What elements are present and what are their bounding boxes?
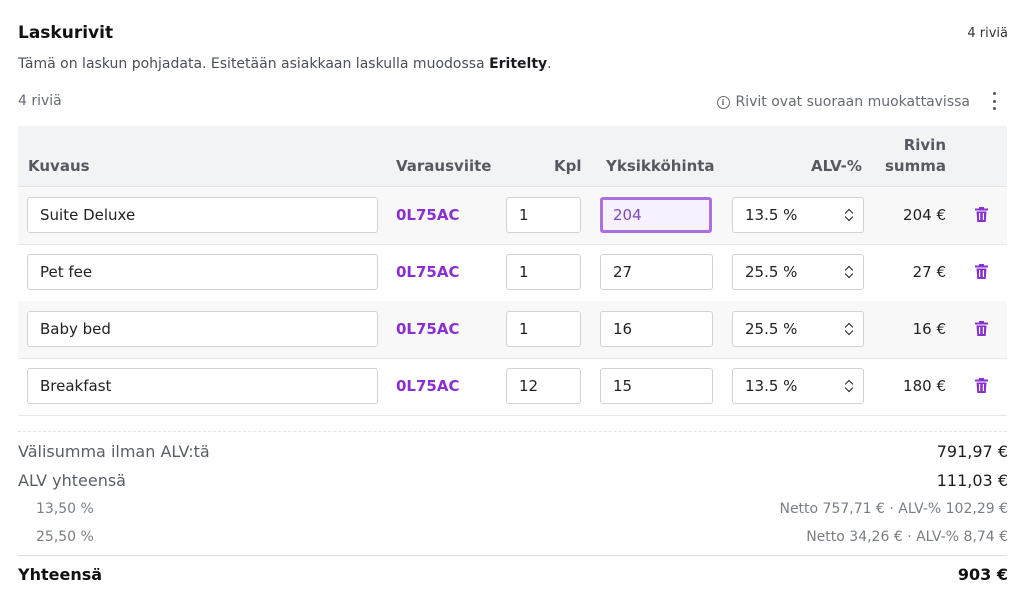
rows-count: 4 riviä: [18, 93, 62, 109]
reference-link[interactable]: 0L75AC: [396, 206, 460, 224]
description-input[interactable]: Suite Deluxe: [27, 197, 378, 233]
vat-total-value: 111,03 €: [936, 471, 1008, 490]
subtotal-label: Välisumma ilman ALV:tä: [18, 442, 210, 461]
unit-price-input[interactable]: 15: [600, 368, 713, 404]
vat-rate-detail: Netto 34,26 € · ALV-% 8,74 €: [806, 529, 1008, 545]
subtotal-value: 791,97 €: [936, 442, 1008, 461]
qty-input[interactable]: 1: [506, 311, 581, 347]
subtitle-mode: Eritelty: [489, 56, 548, 72]
info-icon: i: [716, 95, 730, 109]
row-sum: 16 €: [912, 320, 946, 338]
vat-select[interactable]: 13.5 %: [732, 197, 864, 233]
description-input[interactable]: Baby bed: [27, 311, 378, 347]
reference-link[interactable]: 0L75AC: [396, 377, 460, 395]
row-sum: 180 €: [903, 377, 946, 395]
unit-price-input[interactable]: 27: [600, 254, 713, 290]
reference-link[interactable]: 0L75AC: [396, 320, 460, 338]
chevron-up-down-icon: [845, 321, 853, 337]
chevron-up-down-icon: [845, 264, 853, 280]
table-row: Suite Deluxe 0L75AC 1 204 13.5 % 204 €: [18, 187, 1007, 245]
table-row: Breakfast 0L75AC 12 15 13.5 % 180 €: [18, 358, 1007, 416]
trash-icon[interactable]: [975, 207, 988, 222]
vat-rate-label: 25,50 %: [36, 529, 94, 545]
vat-rate-detail: Netto 757,71 € · ALV-% 102,29 €: [779, 501, 1008, 517]
grand-total-label: Yhteensä: [18, 565, 103, 584]
subtitle-prefix: Tämä on laskun pohjadata. Esitetään asia…: [18, 56, 490, 72]
reference-link[interactable]: 0L75AC: [396, 263, 460, 281]
qty-input[interactable]: 1: [506, 197, 581, 233]
vat-select[interactable]: 25.5 %: [732, 311, 864, 347]
grand-total-divider: [18, 555, 1007, 556]
column-header-row-sum-line1: Rivin: [903, 136, 946, 154]
description-input[interactable]: Pet fee: [27, 254, 378, 290]
editable-hint: i Rivit ovat suoraan muokattavissa: [716, 94, 971, 110]
row-sum: 27 €: [912, 263, 946, 281]
vat-select-value: 13.5 %: [745, 206, 798, 224]
section-subtitle: Tämä on laskun pohjadata. Esitetään asia…: [18, 56, 552, 72]
vat-select[interactable]: 25.5 %: [732, 254, 864, 290]
unit-price-input[interactable]: 16: [600, 311, 713, 347]
row-count-badge: 4 riviä: [967, 26, 1008, 41]
vat-select-value: 25.5 %: [745, 263, 798, 281]
column-header-reference: Varausviite: [396, 157, 492, 175]
column-header-description: Kuvaus: [28, 157, 90, 175]
column-header-qty: Kpl: [554, 157, 582, 175]
column-header-row-sum-line2: summa: [885, 157, 946, 175]
vat-select-value: 25.5 %: [745, 320, 798, 338]
column-header-unit-price: Yksikköhinta: [606, 157, 715, 175]
column-header-vat: ALV-%: [811, 157, 862, 175]
chevron-up-down-icon: [845, 207, 853, 223]
row-sum: 204 €: [903, 206, 946, 224]
grand-total-value: 903 €: [957, 565, 1008, 584]
description-input[interactable]: Breakfast: [27, 368, 378, 404]
table-header: Kuvaus Varausviite Kpl Yksikköhinta ALV-…: [18, 126, 1007, 187]
table-row: Pet fee 0L75AC 1 27 25.5 % 27 €: [18, 244, 1007, 302]
trash-icon[interactable]: [975, 378, 988, 393]
table-row: Baby bed 0L75AC 1 16 25.5 % 16 €: [18, 301, 1007, 359]
vat-select[interactable]: 13.5 %: [732, 368, 864, 404]
qty-input[interactable]: 1: [506, 254, 581, 290]
chevron-up-down-icon: [845, 378, 853, 394]
trash-icon[interactable]: [975, 264, 988, 279]
section-title: Laskurivit: [18, 23, 114, 43]
trash-icon[interactable]: [975, 321, 988, 336]
more-vertical-icon[interactable]: [990, 92, 998, 110]
editable-hint-text: Rivit ovat suoraan muokattavissa: [735, 94, 971, 110]
subtitle-suffix: .: [547, 56, 552, 72]
vat-rate-label: 13,50 %: [36, 501, 94, 517]
vat-select-value: 13.5 %: [745, 377, 798, 395]
qty-input[interactable]: 12: [506, 368, 581, 404]
totals-divider: [18, 431, 1007, 432]
vat-total-label: ALV yhteensä: [18, 471, 126, 490]
unit-price-input[interactable]: 204: [600, 197, 712, 233]
